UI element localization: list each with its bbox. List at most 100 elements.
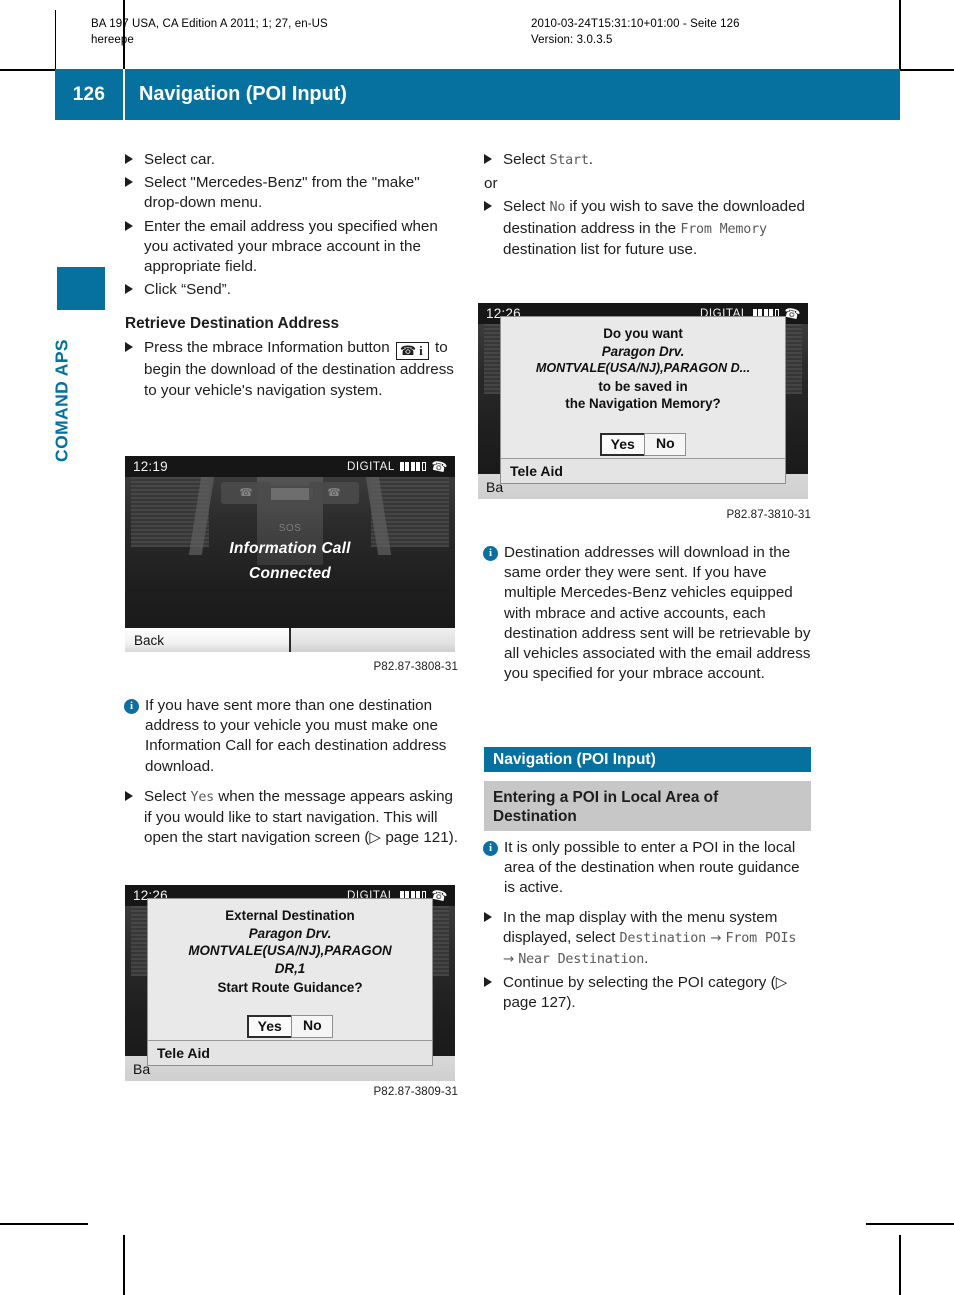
step-text-pre: Select xyxy=(503,198,546,216)
handset-icon: ☎ xyxy=(429,457,449,476)
info-icon: i xyxy=(124,699,139,714)
list-item: Enter the email address you specified wh… xyxy=(125,217,458,278)
note-text: It is only possible to enter a POI in th… xyxy=(504,839,800,897)
list-item: Select Start. xyxy=(484,150,811,171)
step-text-period: . xyxy=(588,151,593,168)
ui-code-from-pois: From POIs xyxy=(725,930,797,946)
step-bullet-icon xyxy=(484,154,492,164)
note-text: If you have sent more than one destinati… xyxy=(145,697,447,775)
crop-mark-bottom-right xyxy=(866,1223,954,1225)
softkey-empty[interactable] xyxy=(291,628,455,652)
list-item: Continue by selecting the POI category (… xyxy=(484,973,811,1013)
dialog-title: Do you want xyxy=(603,326,683,341)
step-bullet-icon xyxy=(484,911,492,922)
step-bullet-icon xyxy=(125,177,133,188)
info-note: i It is only possible to enter a POI in … xyxy=(483,838,811,899)
dialog-no-button[interactable]: No xyxy=(644,433,687,456)
list-item: Click “Send”. xyxy=(125,280,458,300)
left-column-continued: i If you have sent more than one destina… xyxy=(124,685,458,851)
section-title-bar: Navigation (POI Input) xyxy=(484,747,811,772)
subsection-title: Entering a POI in Local Area of Destinat… xyxy=(493,789,719,825)
runhead-right-line1: 2010-03-24T15:31:10+01:00 - Seite 126 xyxy=(531,18,740,30)
section-heading-retrieve: Retrieve Destination Address xyxy=(125,315,340,333)
screen-message-line2: Connected xyxy=(249,565,331,582)
step-bullet-icon xyxy=(125,154,133,164)
ui-code-start: Start xyxy=(549,153,589,168)
step-bullet-icon xyxy=(125,220,133,231)
mbrace-info-button-icon: ☎ i xyxy=(395,342,429,361)
step-page-ref: (▷ page 121). xyxy=(364,829,458,847)
section-title: Navigation (POI Input) xyxy=(493,750,656,768)
figure-caption: P82.87-3808-31 xyxy=(373,660,458,673)
ui-code-near-destination: Near Destination xyxy=(518,952,645,968)
dialog-footer-label: Tele Aid xyxy=(501,458,785,483)
figure-caption: P82.87-3809-31 xyxy=(373,1085,458,1098)
screen-clock: 12:19 xyxy=(133,459,168,474)
step-bullet-icon xyxy=(484,201,492,212)
dialog-yes-button[interactable]: Yes xyxy=(246,1015,293,1038)
info-note: i Destination addresses will download in… xyxy=(483,543,811,684)
or-separator: or xyxy=(484,175,498,193)
list-item: Press the mbrace Information button ☎ i … xyxy=(125,338,458,400)
step-text-pre: Select xyxy=(503,151,546,168)
ui-code-destination: Destination xyxy=(619,930,707,946)
ui-code-from-memory: From Memory xyxy=(680,221,767,237)
screen-status-bar: 12:19 DIGITAL ☎ xyxy=(125,456,455,477)
step-bullet-icon xyxy=(125,790,133,801)
page-number: 126 xyxy=(72,83,106,105)
page-rule-top-right xyxy=(899,10,900,69)
step-bullet-icon xyxy=(484,977,492,988)
comand-screen-save-navigation-memory: 12:26 DIGITAL ☎ Ba Do you want Paragon D… xyxy=(478,303,808,499)
screen-message-line1: Information Call xyxy=(229,540,351,557)
subsection-title-bar: Entering a POI in Local Area of Destinat… xyxy=(484,781,811,831)
step-text-period: . xyxy=(644,950,649,968)
runhead-right-line2: Version: 3.0.3.5 xyxy=(531,34,613,46)
step-text-post: destination list for future use. xyxy=(503,240,698,258)
step-text-pre: Select xyxy=(144,787,187,805)
comand-screen-external-destination: 12:26 DIGITAL ☎ Ba External Destination … xyxy=(125,885,455,1081)
softkey-back[interactable]: Back xyxy=(125,628,291,652)
step-text: Click “Send”. xyxy=(144,281,231,299)
dialog-question-line2: the Navigation Memory? xyxy=(565,396,721,411)
dialog-address: MONTVALE(USA/NJ),PARAGON D... xyxy=(535,361,751,375)
dialog-no-button[interactable]: No xyxy=(291,1015,334,1038)
right-column-continued: i It is only possible to enter a POI in … xyxy=(483,838,811,1017)
right-text-column: Select Start. or Select No if you wish t… xyxy=(484,150,811,263)
left-text-column: Select car. Select "Mercedes-Benz" from … xyxy=(125,150,458,404)
ui-code-yes: Yes xyxy=(190,789,215,805)
arrow-icon: → xyxy=(503,952,515,968)
dialog-yes-button[interactable]: Yes xyxy=(599,433,646,456)
dialog-street: Paragon Drv. xyxy=(601,343,685,359)
info-icon: i xyxy=(483,841,498,856)
step-text: Continue by selecting the POI category xyxy=(503,974,767,992)
chapter-tab-label: COMAND APS xyxy=(51,339,72,462)
dialog-question-line1: to be saved in xyxy=(598,378,688,394)
comand-screen-information-call: 12:19 DIGITAL ☎ ☎ ☎ SOS Information Call… xyxy=(125,456,455,652)
dialog-street: Paragon Drv. xyxy=(248,925,332,941)
list-item: Select No if you wish to save the downlo… xyxy=(484,197,811,260)
screen-softkey-bar: Back xyxy=(125,628,455,652)
crop-mark-bottom-left xyxy=(0,1223,88,1225)
step-text: Select car. xyxy=(144,151,215,168)
ui-code-no: No xyxy=(549,200,566,216)
page-rule-top xyxy=(55,10,56,69)
dialog-external-destination: External Destination Paragon Drv. MONTVA… xyxy=(147,898,433,1066)
roof-info-button-icon: ☎ xyxy=(309,482,359,504)
roof-phone-button-icon: ☎ xyxy=(221,482,271,504)
dialog-button-row: Yes No xyxy=(501,433,785,456)
dialog-question: Start Route Guidance? xyxy=(217,980,363,995)
step-bullet-icon xyxy=(125,284,133,295)
right-column-note: i Destination addresses will download in… xyxy=(483,532,811,688)
sos-label: SOS xyxy=(278,523,302,534)
dialog-save-navigation-memory: Do you want Paragon Drv. MONTVALE(USA/NJ… xyxy=(500,316,786,484)
arrow-icon: → xyxy=(710,930,722,946)
runhead-left-line2: hereepe xyxy=(91,34,134,46)
screen-digital-label: DIGITAL xyxy=(347,460,395,473)
note-text: Destination addresses will download in t… xyxy=(504,544,811,683)
info-note: i If you have sent more than one destina… xyxy=(124,696,458,777)
step-text: Select "Mercedes-Benz" from the "make" d… xyxy=(144,174,420,212)
dialog-button-row: Yes No xyxy=(148,1015,432,1038)
dialog-address: MONTVALE(USA/NJ),PARAGON xyxy=(188,943,392,958)
list-item: In the map display with the menu system … xyxy=(484,908,811,971)
step-text: Enter the email address you specified wh… xyxy=(144,217,438,276)
